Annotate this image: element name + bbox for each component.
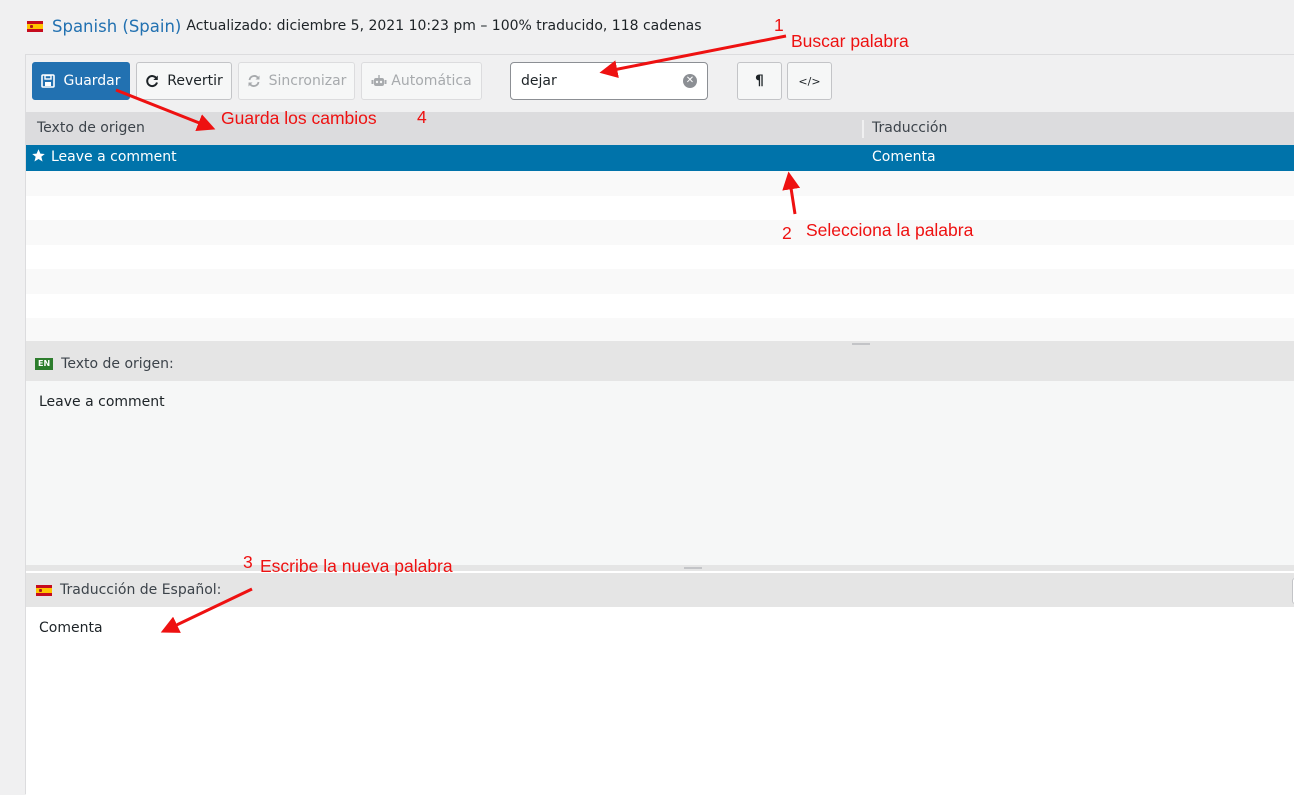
annotation-number-4: 4 <box>417 107 427 127</box>
column-resize-handle[interactable] <box>862 120 864 138</box>
sync-button[interactable]: Sincronizar <box>238 62 355 100</box>
sync-label: Sincronizar <box>268 73 347 89</box>
auto-translate-label: Automática <box>391 73 472 89</box>
save-label: Guardar <box>63 73 121 89</box>
strings-grid-header: Texto de origen Traducción <box>26 112 1294 145</box>
empty-row <box>26 245 1294 270</box>
empty-row <box>26 318 1294 343</box>
floppy-disk-icon <box>41 74 56 88</box>
table-row[interactable]: Leave a comment Comenta <box>26 145 1294 171</box>
empty-row <box>26 269 1294 294</box>
row-source-text: Leave a comment <box>51 149 177 165</box>
source-column-header[interactable]: Texto de origen <box>37 120 145 136</box>
auto-translate-button[interactable]: Automática <box>361 62 482 100</box>
empty-row <box>26 196 1294 221</box>
annotation-number-2: 2 <box>782 223 792 243</box>
language-link[interactable]: Spanish (Spain) <box>52 17 181 36</box>
annotation-select-word: Selecciona la palabra <box>806 220 974 240</box>
row-target-text: Comenta <box>872 149 936 165</box>
spain-flag-icon <box>36 584 52 596</box>
target-pane-header: Traducción de Español: <box>26 573 1294 607</box>
sync-icon <box>247 74 261 88</box>
annotation-number-1: 1 <box>774 15 784 35</box>
en-flag-icon: EN <box>35 358 54 370</box>
empty-row <box>26 294 1294 319</box>
annotation-save-changes: Guarda los cambios <box>221 108 377 128</box>
translation-textarea[interactable]: Comenta <box>26 607 1294 795</box>
editor-toolbar: Guardar Revertir Sincronizar Automática … <box>26 55 1294 113</box>
splitter-grip-icon <box>852 343 870 345</box>
source-text-pane: Leave a comment <box>26 381 1294 565</box>
toggle-invisibles-button[interactable]: ¶ <box>737 62 782 100</box>
pilcrow-icon: ¶ <box>755 73 764 89</box>
refresh-icon <box>145 74 159 88</box>
spain-flag-icon <box>27 20 43 32</box>
source-text: Leave a comment <box>39 394 165 410</box>
code-icon: </> <box>798 74 821 88</box>
toggle-code-button[interactable]: </> <box>787 62 832 100</box>
robot-icon <box>371 74 387 88</box>
revert-button[interactable]: Revertir <box>136 62 232 100</box>
strings-list: Leave a comment Comenta <box>26 145 1294 343</box>
target-column-header[interactable]: Traducción <box>872 120 947 136</box>
pane-splitter[interactable] <box>26 565 1294 571</box>
annotation-number-3: 3 <box>243 552 253 572</box>
empty-row <box>26 171 1294 196</box>
target-pane-label: Traducción de Español: <box>60 582 222 598</box>
save-button[interactable]: Guardar <box>32 62 130 100</box>
clear-search-icon[interactable]: ✕ <box>683 74 697 88</box>
source-pane-label: Texto de origen: <box>61 356 174 372</box>
translation-editor: Guardar Revertir Sincronizar Automática … <box>25 54 1294 795</box>
star-icon <box>31 148 46 167</box>
search-input[interactable] <box>521 71 671 91</box>
annotation-search-word: Buscar palabra <box>791 31 909 51</box>
splitter-grip-icon <box>684 567 702 569</box>
revert-label: Revertir <box>167 73 223 89</box>
search-box: ✕ <box>510 62 708 100</box>
file-header: Spanish (Spain) Actualizado: diciembre 5… <box>27 14 701 38</box>
empty-row <box>26 220 1294 245</box>
annotation-write-new: Escribe la nueva palabra <box>260 556 453 576</box>
source-pane-header: EN Texto de origen: <box>26 347 1294 381</box>
translation-text: Comenta <box>39 620 103 636</box>
file-meta: Actualizado: diciembre 5, 2021 10:23 pm … <box>186 18 702 34</box>
